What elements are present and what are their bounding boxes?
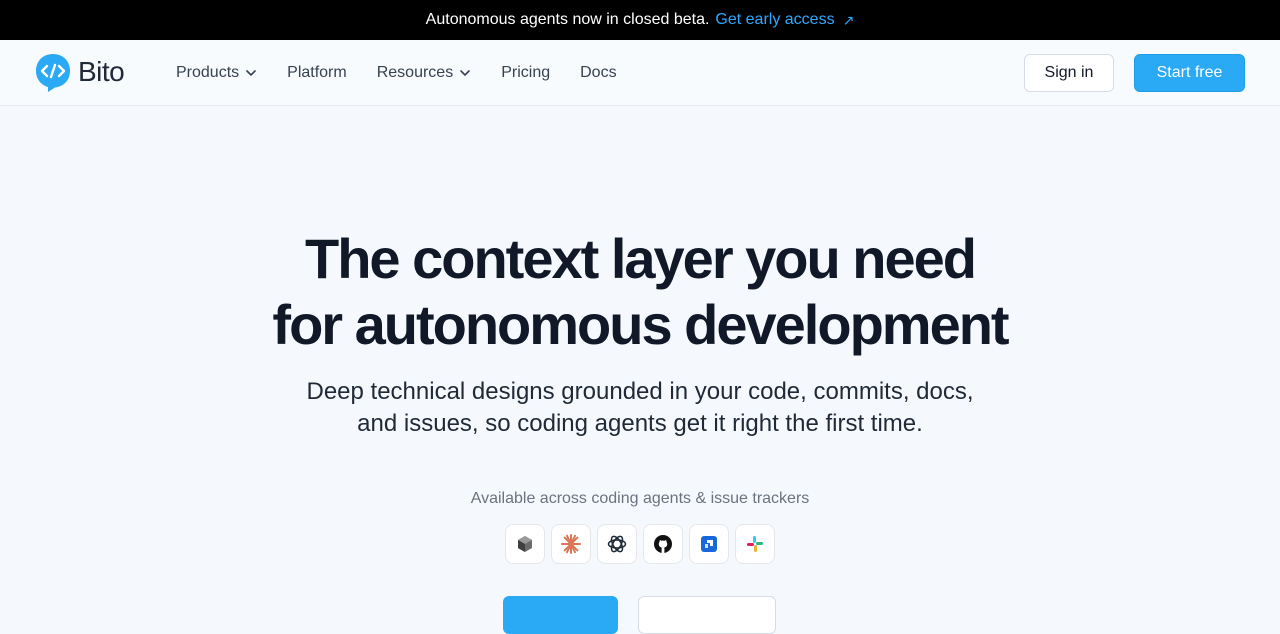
hero-title: The context layer you need for autonomou… bbox=[0, 226, 1280, 358]
bito-logo-icon bbox=[34, 52, 72, 92]
chevron-down-icon bbox=[460, 70, 471, 77]
external-arrow-icon[interactable]: ↗ bbox=[843, 12, 855, 29]
start-free-button[interactable]: Start free bbox=[1134, 54, 1245, 92]
site-header: Bito Products Platform Resources Pricing… bbox=[0, 40, 1280, 106]
jira-icon bbox=[689, 524, 729, 564]
openai-icon bbox=[597, 524, 637, 564]
github-icon bbox=[643, 524, 683, 564]
nav-item-products[interactable]: Products bbox=[176, 64, 257, 82]
nav-item-label: Docs bbox=[580, 64, 617, 81]
available-text: Available across coding agents & issue t… bbox=[470, 490, 810, 507]
hero-title-line-1: The context layer you need bbox=[305, 227, 977, 290]
announcement-text: Autonomous agents now in closed beta. bbox=[425, 11, 710, 28]
nav-item-platform[interactable]: Platform bbox=[287, 64, 347, 82]
hero-subtitle-line-1: Deep technical designs grounded in your … bbox=[306, 378, 974, 405]
slack-icon bbox=[735, 524, 775, 564]
integrations-row bbox=[505, 524, 775, 564]
logo-text: Bito bbox=[78, 56, 125, 87]
secondary-cta-button[interactable] bbox=[638, 596, 776, 634]
hero-title-line-2: for autonomous development bbox=[272, 293, 1009, 356]
nav-item-label: Resources bbox=[376, 64, 454, 81]
chevron-down-icon bbox=[246, 70, 256, 77]
sign-in-button[interactable]: Sign in bbox=[1024, 54, 1114, 92]
nav-item-label: Pricing bbox=[501, 64, 551, 81]
hero-subtitle: Deep technical designs grounded in your … bbox=[0, 376, 1280, 440]
nav-item-resources[interactable]: Resources bbox=[377, 64, 471, 82]
claude-icon bbox=[551, 524, 591, 564]
nav-item-label: Products bbox=[176, 64, 240, 81]
early-access-link[interactable]: Get early access bbox=[715, 11, 834, 29]
nav-item-pricing[interactable]: Pricing bbox=[501, 64, 550, 82]
announcement-bar: Autonomous agents now in closed beta. Ge… bbox=[0, 0, 1280, 40]
cube-icon bbox=[505, 524, 545, 564]
nav-item-docs[interactable]: Docs bbox=[580, 64, 616, 82]
hero-subtitle-line-2: and issues, so coding agents get it righ… bbox=[357, 410, 923, 437]
nav-item-label: Platform bbox=[287, 64, 347, 81]
logo[interactable]: Bito bbox=[34, 52, 125, 92]
primary-cta-button[interactable] bbox=[503, 596, 618, 634]
main-nav: Products Platform Resources Pricing Docs bbox=[176, 40, 617, 106]
